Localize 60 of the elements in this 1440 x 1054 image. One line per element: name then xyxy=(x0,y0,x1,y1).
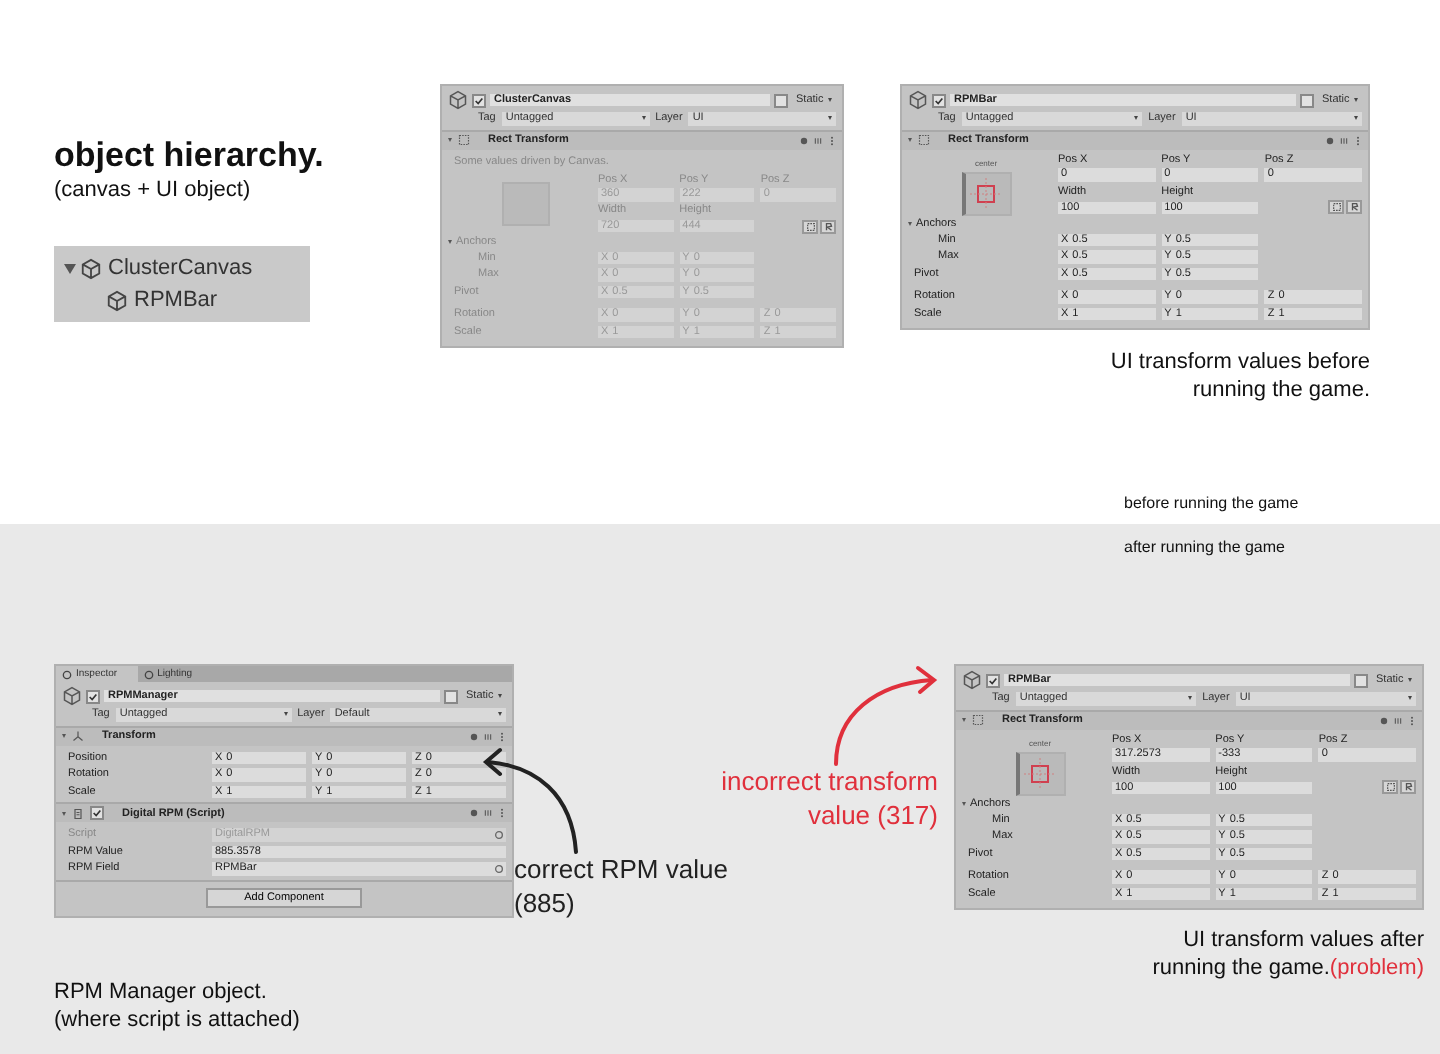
sliders-icon[interactable] xyxy=(484,808,492,818)
annotation-text: incorrect transform value (317) xyxy=(719,764,940,832)
caret-icon xyxy=(498,694,502,698)
sliders-icon[interactable] xyxy=(1394,715,1402,725)
caret-icon xyxy=(1408,678,1412,682)
hierarchy-item[interactable]: ClusterCanvas xyxy=(64,252,300,284)
cube-icon xyxy=(908,90,928,110)
caret-icon xyxy=(1354,116,1359,121)
phase-label: before running the game xyxy=(1122,494,1301,516)
caret-icon xyxy=(1354,98,1358,102)
caret-icon xyxy=(1188,696,1193,701)
tab-icon xyxy=(143,669,154,679)
raw-edit-button[interactable] xyxy=(820,219,836,233)
caption: UI transform values after running the game.(problem) xyxy=(1150,926,1424,982)
active-checkbox[interactable] xyxy=(472,93,486,107)
active-checkbox[interactable] xyxy=(86,689,100,703)
sliders-icon[interactable] xyxy=(484,731,492,741)
tab-icon xyxy=(62,669,72,679)
static-checkbox[interactable] xyxy=(1354,673,1368,687)
active-checkbox[interactable] xyxy=(932,93,946,107)
static-checkbox[interactable] xyxy=(444,689,458,703)
caret-icon xyxy=(828,98,832,102)
caret-icon xyxy=(1134,116,1139,121)
caret-icon xyxy=(1408,696,1413,701)
hierarchy-item[interactable]: RPMBar xyxy=(64,284,300,316)
caret-icon xyxy=(498,712,503,717)
rect-icon xyxy=(458,134,470,146)
raw-edit-button[interactable] xyxy=(1400,780,1416,795)
cube-icon xyxy=(62,686,82,706)
target-icon[interactable] xyxy=(494,863,504,874)
raw-edit-button[interactable] xyxy=(1346,200,1362,215)
phase-label: after running the game xyxy=(1122,536,1287,556)
expand-triangle-icon[interactable] xyxy=(64,263,76,273)
caret-icon xyxy=(828,116,833,121)
sliders-icon[interactable] xyxy=(1340,135,1348,145)
rect-icon xyxy=(972,714,984,726)
cube-icon xyxy=(80,257,102,279)
enabled-checkbox[interactable] xyxy=(90,806,104,820)
blueprint-button[interactable] xyxy=(1328,200,1344,215)
static-checkbox[interactable] xyxy=(774,93,788,107)
blueprint-button[interactable] xyxy=(802,219,818,233)
cube-icon xyxy=(962,670,982,690)
caption: RPM Manager object. (where script is attached) xyxy=(54,977,302,1033)
axes-icon xyxy=(72,730,84,742)
anchor-preset-button[interactable] xyxy=(1015,751,1065,795)
active-checkbox[interactable] xyxy=(986,673,1000,687)
cube-icon xyxy=(106,289,128,311)
section-subtitle: (canvas + UI object) xyxy=(54,178,253,202)
static-checkbox[interactable] xyxy=(1300,93,1314,107)
sliders-icon[interactable] xyxy=(814,135,822,145)
curved-arrow xyxy=(834,666,938,766)
curved-arrow xyxy=(482,748,578,854)
caption: UI transform values before running the game. xyxy=(1108,348,1370,404)
blueprint-button[interactable] xyxy=(1382,780,1398,795)
rect-icon xyxy=(918,134,930,146)
section-title: object hierarchy. xyxy=(54,136,326,176)
script-icon xyxy=(72,807,84,819)
cube-icon xyxy=(448,90,468,110)
anchor-preset-button[interactable] xyxy=(961,171,1011,215)
annotation-text: correct RPM value (885) xyxy=(514,852,730,920)
